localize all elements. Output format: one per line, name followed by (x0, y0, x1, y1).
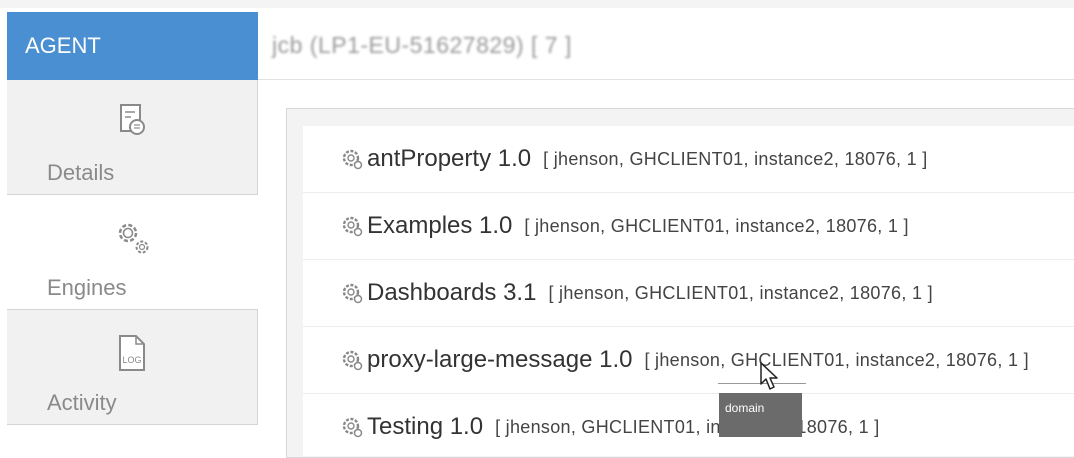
agent-tab-label: AGENT (25, 33, 101, 58)
log-file-icon: LOG (115, 332, 149, 374)
page-header: jcb (LP1-EU-51627829) [ 7 ] (258, 12, 1074, 80)
sidebar-item-engines[interactable]: Engines (7, 195, 258, 310)
engine-icon (341, 349, 363, 371)
page-title: jcb (LP1-EU-51627829) [ 7 ] (272, 32, 572, 58)
sidebar-item-label: Engines (47, 275, 127, 300)
list-item[interactable]: Examples 1.0 [ jhenson, GHCLIENT01, inst… (303, 193, 1074, 260)
engine-meta: [ jhenson, GHCLIENT01, instance2, 18076,… (495, 416, 880, 437)
tooltip-text: domain (725, 401, 765, 415)
mouse-cursor-icon (760, 362, 782, 397)
engine-name: Dashboards 3.1 (367, 279, 537, 306)
sidebar-item-label: Details (47, 160, 115, 185)
engine-meta: [ jhenson, GHCLIENT01, instance2, 18076,… (644, 349, 1029, 370)
list-item[interactable]: proxy-large-message 1.0 [ jhenson, GHCLI… (303, 327, 1074, 394)
engine-meta: [ jhenson, GHCLIENT01, instance2, 18076,… (524, 215, 909, 236)
engine-meta: [ jhenson, GHCLIENT01, instance2, 18076,… (548, 282, 933, 303)
engine-icon (341, 416, 363, 438)
sidebar: Details Engines LOG Activity (7, 80, 258, 425)
engine-name: Testing 1.0 (367, 413, 484, 440)
engine-icon (341, 282, 363, 304)
details-doc-icon (117, 102, 147, 144)
svg-text:LOG: LOG (122, 355, 141, 365)
sidebar-item-label: Activity (47, 390, 117, 415)
sidebar-item-activity[interactable]: LOG Activity (7, 310, 258, 425)
engine-meta: [ jhenson, GHCLIENT01, instance2, 18076,… (543, 148, 928, 169)
agent-tab[interactable]: AGENT (7, 12, 258, 80)
engine-list: antProperty 1.0 [ jhenson, GHCLIENT01, i… (303, 126, 1074, 456)
gears-icon (113, 217, 153, 259)
tooltip: domain (719, 393, 802, 437)
engine-name: Examples 1.0 (367, 212, 513, 239)
engine-name: proxy-large-message 1.0 (367, 346, 633, 373)
engine-name: antProperty 1.0 (367, 145, 532, 172)
list-item[interactable]: antProperty 1.0 [ jhenson, GHCLIENT01, i… (303, 126, 1074, 193)
engine-icon (341, 148, 363, 170)
sidebar-item-details[interactable]: Details (7, 80, 258, 195)
list-item[interactable]: Dashboards 3.1 [ jhenson, GHCLIENT01, in… (303, 260, 1074, 327)
engine-icon (341, 215, 363, 237)
top-strip (0, 0, 1074, 8)
list-item[interactable]: Testing 1.0 [ jhenson, GHCLIENT01, insta… (303, 394, 1074, 456)
